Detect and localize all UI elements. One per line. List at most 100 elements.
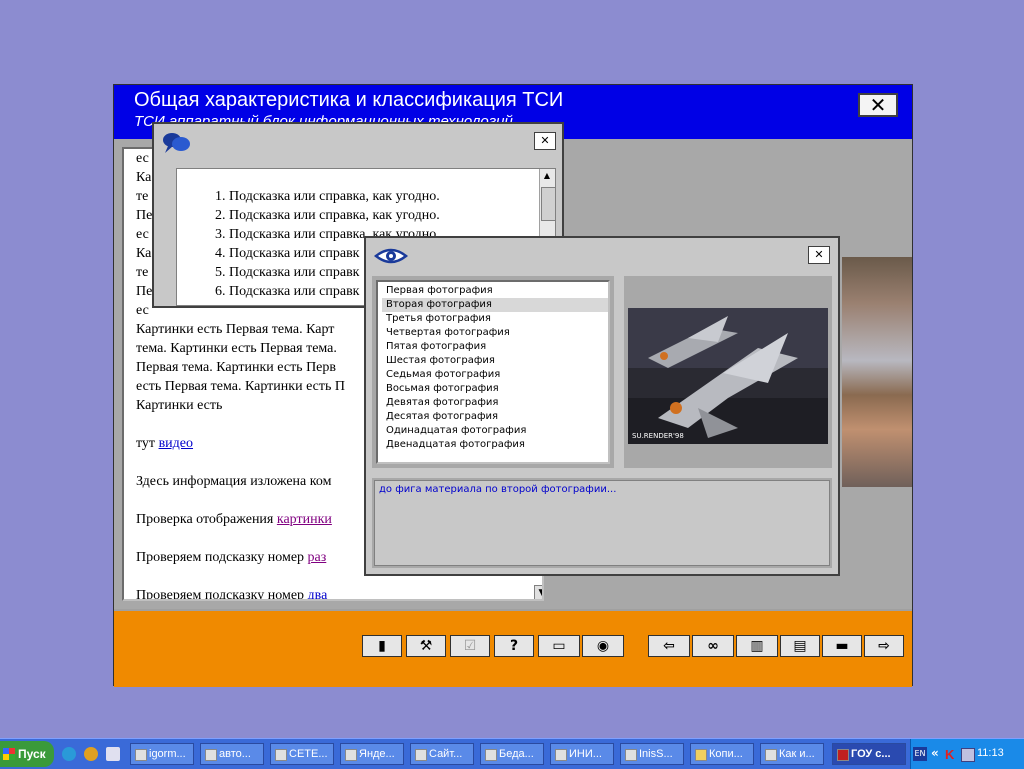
hint2-paragraph: Проверяем подсказку номер два bbox=[136, 586, 526, 601]
task-label: Копи... bbox=[709, 748, 743, 760]
photo-list-item[interactable]: Шестая фотография bbox=[382, 354, 608, 368]
window-icon bbox=[485, 749, 497, 761]
taskbar-task[interactable]: СЕТЕ... bbox=[270, 743, 334, 765]
photo-list-item[interactable]: Девятая фотография bbox=[382, 396, 608, 410]
taskbar-task[interactable]: ИНИ... bbox=[550, 743, 614, 765]
scroll-thumb[interactable] bbox=[541, 187, 555, 221]
book-button[interactable]: ▥ bbox=[736, 635, 778, 657]
photo-list-item[interactable]: Одинадцатая фотография bbox=[382, 424, 608, 438]
photo-view-frame: SU.RENDER'98 bbox=[624, 276, 832, 468]
document-button[interactable]: ▤ bbox=[780, 635, 820, 657]
video-prefix: тут bbox=[136, 436, 159, 451]
start-button[interactable]: Пуск bbox=[0, 741, 54, 767]
start-label: Пуск bbox=[18, 747, 46, 761]
photo-list-item[interactable]: Пятая фотография bbox=[382, 340, 608, 354]
taskbar-task[interactable]: Как и... bbox=[760, 743, 824, 765]
antivirus-icon[interactable]: K bbox=[945, 747, 954, 762]
tray-expand-chevron[interactable]: « bbox=[931, 746, 939, 760]
main-close-button[interactable]: ✕ bbox=[858, 93, 898, 117]
print-button[interactable]: ▬ bbox=[822, 635, 862, 657]
tools-button[interactable]: ⚒ bbox=[406, 635, 446, 657]
taskbar-task[interactable]: Беда... bbox=[480, 743, 544, 765]
taskbar-task[interactable]: igorm... bbox=[130, 743, 194, 765]
task-label: Как и... bbox=[779, 748, 815, 760]
desktop-icon[interactable] bbox=[106, 747, 120, 761]
taskbar-task[interactable]: Копи... bbox=[690, 743, 754, 765]
back-button[interactable]: ⇦ bbox=[648, 635, 690, 657]
network-icon[interactable] bbox=[961, 748, 975, 762]
system-tray: EN « K 11:13 bbox=[910, 739, 1024, 769]
help-button[interactable]: ? bbox=[494, 635, 534, 657]
scroll-up-arrow-icon[interactable]: ▲ bbox=[540, 171, 554, 185]
hint-two-link[interactable]: два bbox=[308, 588, 328, 599]
eye-icon bbox=[374, 248, 408, 264]
taskbar: Пуск igorm... авто... СЕТЕ... Янде... Са… bbox=[0, 738, 1024, 769]
window-icon bbox=[765, 749, 777, 761]
taskbar-task[interactable]: авто... bbox=[200, 743, 264, 765]
photo-caption: SU.RENDER'98 bbox=[632, 432, 684, 440]
taskbar-task[interactable]: Янде... bbox=[340, 743, 404, 765]
speech-bubbles-icon bbox=[163, 133, 190, 153]
glasses-button[interactable]: ∞ bbox=[692, 635, 734, 657]
window-icon bbox=[625, 749, 637, 761]
window-title: Общая характеристика и классификация ТСИ bbox=[134, 89, 564, 111]
hint-one-link[interactable]: раз bbox=[308, 550, 327, 565]
window-icon bbox=[275, 749, 287, 761]
hint-close-button[interactable]: ✕ bbox=[534, 132, 556, 150]
photo-close-button[interactable]: ✕ bbox=[808, 246, 830, 264]
app-icon bbox=[837, 749, 849, 761]
window-icon bbox=[415, 749, 427, 761]
photo-description-frame: до фига материала по второй фотографии..… bbox=[372, 478, 832, 568]
task-label: Беда... bbox=[499, 748, 534, 760]
check-button[interactable]: ☑ bbox=[450, 635, 490, 657]
hint-item: Подсказка или справка, как угодно. bbox=[229, 206, 555, 225]
hint1-prefix: Проверяем подсказку номер bbox=[136, 550, 308, 565]
task-label: igorm... bbox=[149, 748, 186, 760]
ie-icon[interactable] bbox=[62, 747, 76, 761]
open-folder-button[interactable]: ▭ bbox=[538, 635, 580, 657]
clock[interactable]: 11:13 bbox=[977, 747, 1004, 759]
hint-item: Подсказка или справка, как угодно. bbox=[229, 187, 555, 206]
folder-icon bbox=[695, 749, 707, 761]
taskbar-task[interactable]: InisS... bbox=[620, 743, 684, 765]
hint2-prefix: Проверяем подсказку номер bbox=[136, 588, 308, 601]
window-icon bbox=[135, 749, 147, 761]
task-label: ИНИ... bbox=[569, 748, 602, 760]
photo-list[interactable]: Первая фотография Вторая фотография Трет… bbox=[376, 280, 610, 464]
window-icon bbox=[555, 749, 567, 761]
forward-button[interactable]: ⇨ bbox=[864, 635, 904, 657]
taskbar-task[interactable]: Сайт... bbox=[410, 743, 474, 765]
photo-list-item[interactable]: Седьмая фотография bbox=[382, 368, 608, 382]
taskbar-task-active[interactable]: ГОУ с... bbox=[832, 743, 906, 765]
photo-description: до фига материала по второй фотографии..… bbox=[374, 480, 830, 566]
window-icon bbox=[205, 749, 217, 761]
view-button[interactable]: ◉ bbox=[582, 635, 624, 657]
notebook-button[interactable]: ▮ bbox=[362, 635, 402, 657]
photo-list-item-selected[interactable]: Вторая фотография bbox=[382, 298, 608, 312]
language-indicator[interactable]: EN bbox=[913, 747, 927, 761]
task-label: Янде... bbox=[359, 748, 395, 760]
picture-link[interactable]: картинки bbox=[277, 512, 332, 527]
check-prefix: Проверка отображения bbox=[136, 512, 277, 527]
photo-list-item[interactable]: Четвертая фотография bbox=[382, 326, 608, 340]
task-label: ГОУ с... bbox=[851, 748, 891, 760]
photo-list-item[interactable]: Первая фотография bbox=[382, 284, 608, 298]
photo-list-item[interactable]: Двенадцатая фотография bbox=[382, 438, 608, 452]
photo-popup[interactable]: ✕ Первая фотография Вторая фотография Тр… bbox=[364, 236, 840, 576]
task-label: Сайт... bbox=[429, 748, 463, 760]
photo-list-frame: Первая фотография Вторая фотография Трет… bbox=[372, 276, 614, 468]
windows-logo-icon bbox=[3, 748, 15, 760]
photo-list-item[interactable]: Десятая фотография bbox=[382, 410, 608, 424]
factory-photo bbox=[842, 257, 912, 487]
task-label: InisS... bbox=[639, 748, 673, 760]
window-footer-toolbar: ▮ ⚒ ☑ ? ▭ ◉ ⇦ ∞ ▥ ▤ ▬ ⇨ bbox=[114, 609, 912, 687]
task-label: авто... bbox=[219, 748, 251, 760]
video-link[interactable]: видео bbox=[159, 436, 193, 451]
task-label: СЕТЕ... bbox=[289, 748, 328, 760]
photo-list-item[interactable]: Третья фотография bbox=[382, 312, 608, 326]
media-player-icon[interactable] bbox=[84, 747, 98, 761]
scroll-down-arrow-icon[interactable]: ▼ bbox=[534, 585, 542, 599]
window-icon bbox=[345, 749, 357, 761]
jet-photo: SU.RENDER'98 bbox=[628, 308, 828, 444]
photo-list-item[interactable]: Восьмая фотография bbox=[382, 382, 608, 396]
